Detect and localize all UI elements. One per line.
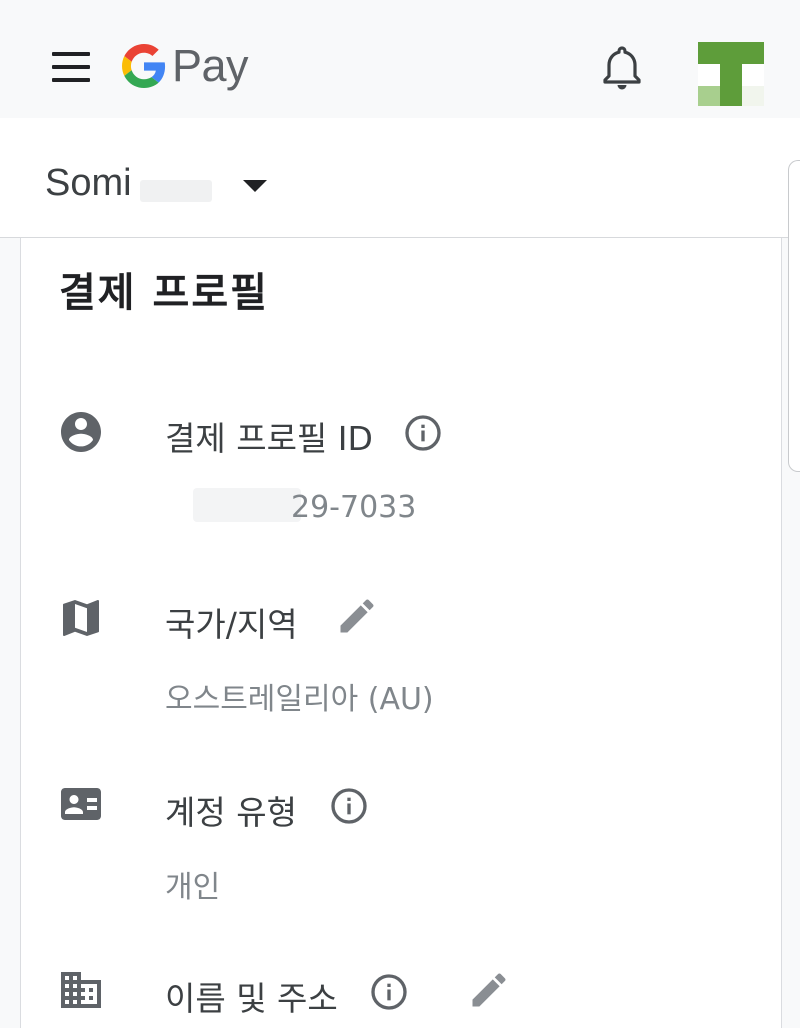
triangle-down-icon[interactable] [242, 178, 268, 194]
account-circle-icon [61, 412, 101, 452]
top-app-bar: Pay [0, 0, 800, 118]
payment-profile-id-label: 결제 프로필 ID [165, 419, 373, 458]
edit-pencil-icon[interactable] [335, 594, 379, 638]
page-title: 결제 프로필 [59, 270, 269, 316]
gpay-logo: Pay [122, 38, 249, 94]
logo-text: Pay [172, 40, 249, 91]
account-type-label: 계정 유형 [165, 793, 297, 832]
payment-profile-id-value: 29-7033 [291, 490, 417, 525]
info-icon[interactable] [329, 786, 369, 826]
bell-icon[interactable] [598, 42, 646, 94]
google-g-icon [122, 44, 166, 88]
contact-card-icon [61, 788, 101, 820]
account-name[interactable]: Somi [45, 162, 132, 205]
business-building-icon [61, 972, 101, 1008]
edit-pencil-icon[interactable] [467, 968, 511, 1012]
info-icon[interactable] [369, 972, 409, 1012]
account-selector[interactable]: Somi [0, 118, 800, 238]
country-region-value: 오스트레일리아 (AU) [165, 682, 434, 717]
map-icon [63, 600, 99, 636]
redacted-name [140, 180, 212, 202]
country-region-label: 국가/지역 [165, 605, 298, 644]
account-type-value: 개인 [165, 870, 221, 905]
payment-profile-card: 결제 프로필 결제 프로필 ID 29-7033 국가/지역 오스트레일리아 (… [20, 238, 782, 1028]
name-address-label: 이름 및 주소 [165, 979, 338, 1018]
hamburger-menu-icon[interactable] [48, 52, 94, 86]
redacted-id-prefix [193, 488, 301, 522]
info-icon[interactable] [403, 413, 443, 453]
side-panel-handle[interactable] [788, 160, 800, 472]
user-avatar[interactable] [698, 42, 764, 106]
